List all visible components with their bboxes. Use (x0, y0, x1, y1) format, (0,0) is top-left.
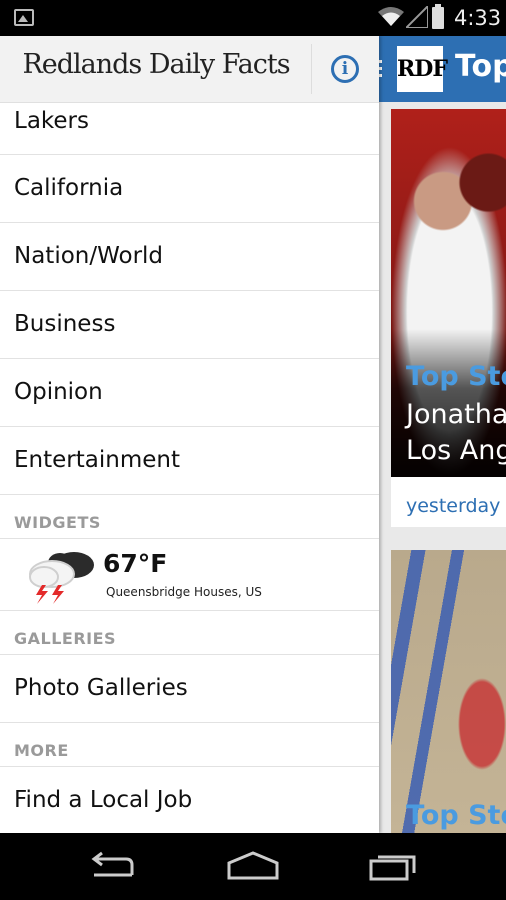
signal-icon (406, 6, 428, 28)
nav-item-california[interactable]: California (0, 155, 379, 223)
main-content: RDF Top Top Sto Jonatha Los Ang yesterda… (379, 36, 506, 833)
navigation-drawer: Redlands Daily Facts i Lakers California… (0, 36, 379, 833)
section-header-label: WIDGETS (14, 513, 101, 532)
story-card[interactable]: Top Sto Jonatha Los Ang yesterday (391, 109, 506, 527)
system-navigation-bar (0, 833, 506, 900)
brand-logo: Redlands Daily Facts (22, 49, 290, 80)
section-header-galleries: GALLERIES (0, 611, 379, 655)
status-bar: 4:33 (0, 0, 506, 36)
app-bar-title: Top (455, 49, 506, 84)
nav-item-photo-galleries[interactable]: Photo Galleries (0, 655, 379, 723)
section-header-label: GALLERIES (14, 629, 117, 648)
nav-item-label: California (14, 175, 124, 201)
gallery-notification-icon (14, 9, 34, 26)
app-logo[interactable]: RDF (397, 46, 448, 92)
nav-item-find-local-job[interactable]: Find a Local Job (0, 767, 379, 833)
nav-item-business[interactable]: Business (0, 291, 379, 359)
nav-item-label: Photo Galleries (14, 675, 188, 701)
story-headline-line: Jonatha (406, 399, 506, 430)
nav-item-label: Business (14, 311, 116, 337)
wifi-icon (378, 7, 404, 26)
header-divider (311, 44, 312, 94)
weather-widget[interactable]: 67°F Queensbridge Houses, US (0, 539, 379, 611)
info-icon[interactable]: i (331, 55, 359, 83)
section-header-label: MORE (14, 741, 69, 760)
story-headline: Jonatha Los Ang (406, 397, 506, 469)
recent-apps-icon[interactable] (368, 851, 420, 881)
section-header-more: MORE (0, 723, 379, 767)
story-section: Top Sto (406, 800, 506, 831)
story-time: yesterday (406, 495, 501, 517)
nav-item-label: Entertainment (14, 447, 180, 473)
thunderstorm-icon (29, 552, 94, 604)
weather-temperature: 67°F (103, 549, 168, 578)
nav-item-label: Find a Local Job (14, 787, 193, 813)
clock: 4:33 (454, 6, 502, 30)
story-headline-line: Los Ang (406, 435, 506, 466)
nav-item-entertainment[interactable]: Entertainment (0, 427, 379, 495)
back-icon[interactable] (88, 851, 136, 881)
story-photo (391, 550, 506, 833)
battery-icon (432, 4, 444, 29)
nav-item-label: Lakers (14, 108, 89, 134)
nav-item-lakers[interactable]: Lakers (0, 102, 379, 155)
section-header-widgets: WIDGETS (0, 495, 379, 539)
nav-item-label: Nation/World (14, 243, 164, 269)
home-icon[interactable] (226, 851, 280, 881)
nav-item-label: Opinion (14, 379, 103, 405)
menu-icon[interactable] (379, 60, 382, 81)
drawer-list: Lakers California Nation/World Business … (0, 102, 379, 833)
drawer-header: Redlands Daily Facts i (0, 36, 379, 103)
nav-item-opinion[interactable]: Opinion (0, 359, 379, 427)
app-bar: RDF Top (379, 36, 506, 102)
weather-location: Queensbridge Houses, US (106, 585, 262, 599)
story-section: Top Sto (406, 361, 506, 392)
nav-item-nation-world[interactable]: Nation/World (0, 223, 379, 291)
story-card[interactable]: Top Sto (391, 550, 506, 833)
